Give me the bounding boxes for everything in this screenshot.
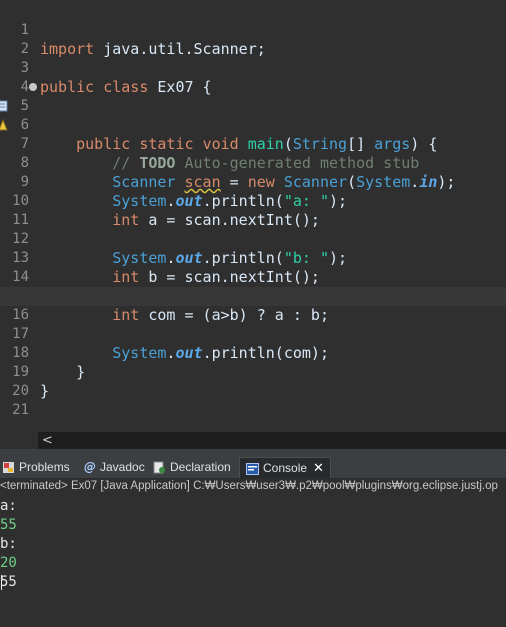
problems-icon [3, 462, 14, 474]
console-line-input: 20 [0, 555, 17, 571]
console-line-input: 55 [0, 517, 17, 533]
code-line-12[interactable]: 12 System.out.println("b: "); [0, 211, 506, 267]
warning-marker-icon[interactable] [0, 119, 8, 131]
tab-label: Declaration [170, 460, 231, 474]
code-line-18[interactable]: 18 } [0, 325, 506, 381]
console-status-text: <terminated> Ex07 [Java Application] C:₩… [0, 480, 498, 492]
tab-javadoc[interactable]: @ Javadoc [84, 457, 145, 478]
tab-label: Console [263, 461, 308, 475]
code-line-2[interactable]: 2 [0, 21, 506, 57]
javadoc-at-icon: @ [84, 460, 96, 475]
task-marker-icon[interactable] [0, 100, 8, 112]
code-line-7[interactable]: 7 Scanner scan = new Scanner(System.in); [0, 116, 506, 191]
code-line-1[interactable]: 1 import java.util.Scanner; [0, 2, 506, 58]
close-icon[interactable]: ✕ [313, 461, 324, 476]
code-editor[interactable]: 1 import java.util.Scanner; 2 3 public c… [0, 0, 506, 432]
line-number: 21 [12, 402, 29, 418]
code-line-16-current[interactable]: 16 [0, 287, 506, 323]
code-line-14[interactable]: 14 [0, 249, 506, 285]
code-line-10[interactable]: 10 int a = scan.nextInt(); [0, 173, 506, 229]
console-line: a: [0, 498, 17, 514]
tab-label: Javadoc [100, 460, 145, 474]
code-line-17[interactable]: 17 System.out.println(com); [0, 306, 506, 362]
tab-label: Problems [19, 460, 70, 474]
code-line-3[interactable]: 3 public class Ex07 { [0, 40, 506, 96]
text-cursor [1, 575, 2, 590]
tab-console[interactable]: Console ✕ [239, 457, 331, 478]
horizontal-scrollbar[interactable]: < [38, 432, 506, 449]
panel-divider[interactable] [0, 449, 506, 457]
code-line-9[interactable]: 9 System.out.println("a: "); [0, 154, 506, 210]
tab-problems[interactable]: Problems [2, 457, 70, 478]
code-line-13[interactable]: 13 int b = scan.nextInt(); [0, 230, 506, 286]
code-line-20[interactable]: 20 [0, 363, 506, 399]
views-tab-bar: Problems @ Javadoc Declaration Console ✕ [0, 457, 506, 479]
console-header: <terminated> Ex07 [Java Application] C:₩… [0, 479, 506, 496]
console-output[interactable]: a: 55 b: 20 55 [0, 497, 506, 627]
code-line-15[interactable]: 15 int com = (a>b) ? a : b; [0, 268, 506, 324]
fold-collapse-icon[interactable] [29, 83, 37, 91]
code-line-8[interactable]: 8 [0, 135, 506, 171]
console-line: 55 [0, 574, 17, 590]
console-line: b: [0, 536, 17, 552]
code-line-4[interactable]: 4 [0, 59, 506, 95]
code-line-19[interactable]: 19 } [0, 344, 506, 400]
code-line-5[interactable]: 5 public static void main(String[] args)… [0, 78, 506, 153]
code-line-11[interactable]: 11 [0, 192, 506, 228]
code-line-21[interactable]: 21 [0, 382, 506, 418]
tab-declaration[interactable]: Declaration [153, 457, 231, 478]
declaration-icon [153, 461, 165, 474]
console-icon [246, 462, 259, 475]
code-line-6[interactable]: 6 // TODO Auto-generated method stub [0, 97, 506, 172]
scroll-left-arrow-icon[interactable]: < [42, 432, 53, 449]
